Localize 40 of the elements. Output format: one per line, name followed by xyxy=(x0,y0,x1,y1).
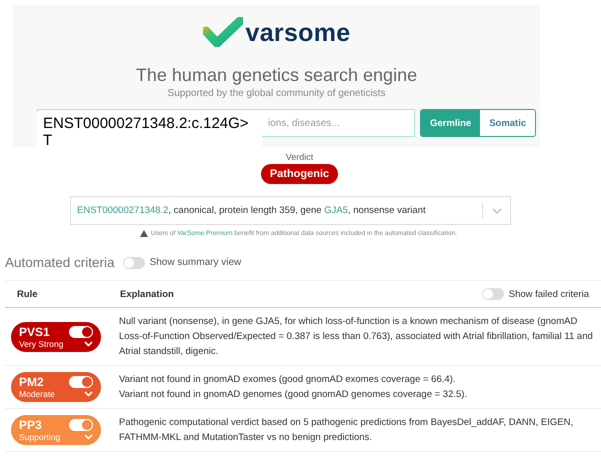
explanation-text: Variant not found in gnomAD genomes (good gnomAD genomes coverage = 32.5). xyxy=(119,388,468,402)
mode-button[interactable]: Germline xyxy=(421,110,480,136)
chevron-down-icon[interactable] xyxy=(84,340,93,346)
toggle-label: Show failed criteria xyxy=(508,288,589,300)
criterion-badge[interactable]: PP3 Supporting xyxy=(11,415,101,445)
explanation-text: Null variant (nonsense), in gene GJA5, for which loss-of-function is a known mechanism of disease (gnomAD Loss-of-Function Observed/Expected = 0.387 is less than 0.763), associated with Atrial fibrillation, familial 11 and Atrial standstill, digenic. xyxy=(119,315,594,359)
criterion-strength: Very Strong xyxy=(19,338,64,348)
criterion-badge[interactable]: PVS1 Very Strong xyxy=(11,322,101,352)
toggle-switch[interactable] xyxy=(69,419,93,431)
page-title: The human genetics search engine xyxy=(136,65,418,86)
verdict-badge: Pathogenic xyxy=(260,164,338,184)
criterion-strength: Supporting xyxy=(19,432,60,442)
checkmark-logo-icon xyxy=(202,17,243,47)
criterion-code: PM2 xyxy=(19,375,44,389)
toggle-switch[interactable] xyxy=(482,288,504,300)
page-subtitle: Supported by the global community of geneticists xyxy=(168,88,386,99)
verdict-label: Verdict xyxy=(284,152,314,162)
transcript-text: ENST00000271348.2, canonical, protein length 359, gene GJA5, nonsense variant xyxy=(77,205,427,216)
query-tooltip: ENST00000271348.2:c.124G>T xyxy=(37,112,262,149)
criterion-code: PVS1 xyxy=(19,324,50,338)
column-header: Explanation xyxy=(120,288,175,300)
toggle-label: Show summary view xyxy=(150,257,242,268)
warning-icon xyxy=(140,230,148,237)
transcript-select[interactable]: ENST00000271348.2, canonical, protein length 359, gene GJA5, nonsense variant xyxy=(70,196,511,225)
criterion-badge[interactable]: PM2 Moderate xyxy=(11,372,101,402)
logo-text: varsome xyxy=(246,19,350,47)
transcript-link[interactable]: ENST00000271348.2 xyxy=(77,205,168,216)
explanation-text: Pathogenic computational verdict based on 5 pathogenic predictions from BayesDel_addAF, DANN, EIGEN, FATHMM-MKL and MutationTaster vs no benign predictions. xyxy=(119,416,574,445)
chevron-down-icon[interactable] xyxy=(84,391,93,397)
section-title: Automated criteria xyxy=(5,255,115,270)
explanation-text: Variant not found in gnomAD exomes (good gnomAD exomes coverage = 66.4). xyxy=(119,373,456,387)
criterion-strength: Moderate xyxy=(19,389,55,399)
criterion-code: PP3 xyxy=(19,418,42,432)
chevron-down-icon xyxy=(492,208,502,214)
gene-link[interactable]: GJA5 xyxy=(324,205,348,216)
mode-button[interactable]: Somatic xyxy=(480,110,536,136)
toggle-switch[interactable] xyxy=(69,326,93,338)
column-header: Rule xyxy=(17,288,39,300)
toggle-switch[interactable] xyxy=(122,256,145,268)
toggle-switch[interactable] xyxy=(69,376,93,388)
